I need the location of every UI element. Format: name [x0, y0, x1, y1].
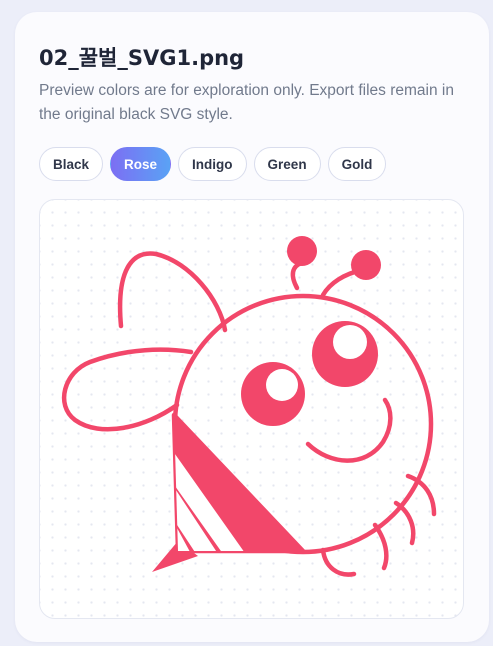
color-selector: Black Rose Indigo Green Gold — [39, 147, 387, 181]
color-chip-indigo[interactable]: Indigo — [178, 147, 247, 181]
color-chip-green[interactable]: Green — [253, 147, 321, 181]
preview-card: 02_꿀벌_SVG1.png Preview colors are for ex… — [15, 12, 489, 642]
bee-leg-3 — [372, 522, 389, 571]
color-chip-black[interactable]: Black — [39, 147, 104, 181]
bee-antenna-knob-left — [287, 236, 317, 266]
file-title: 02_꿀벌_SVG1.png — [39, 46, 245, 70]
preview-note: Preview colors are for exploration only.… — [39, 82, 454, 123]
color-chip-rose[interactable]: Rose — [110, 147, 172, 181]
bee-antenna-left — [290, 260, 305, 291]
bee-icon — [61, 236, 437, 577]
bee-eye-left-highlight — [266, 369, 298, 401]
bee-antenna-knob-right — [351, 250, 381, 280]
preview-canvas — [39, 199, 464, 619]
bee-leg-4 — [320, 547, 357, 577]
color-chip-gold[interactable]: Gold — [327, 147, 387, 181]
bee-smile — [305, 397, 393, 463]
bee-upper-wing — [117, 251, 228, 333]
bee-eye-right-highlight — [333, 325, 367, 359]
